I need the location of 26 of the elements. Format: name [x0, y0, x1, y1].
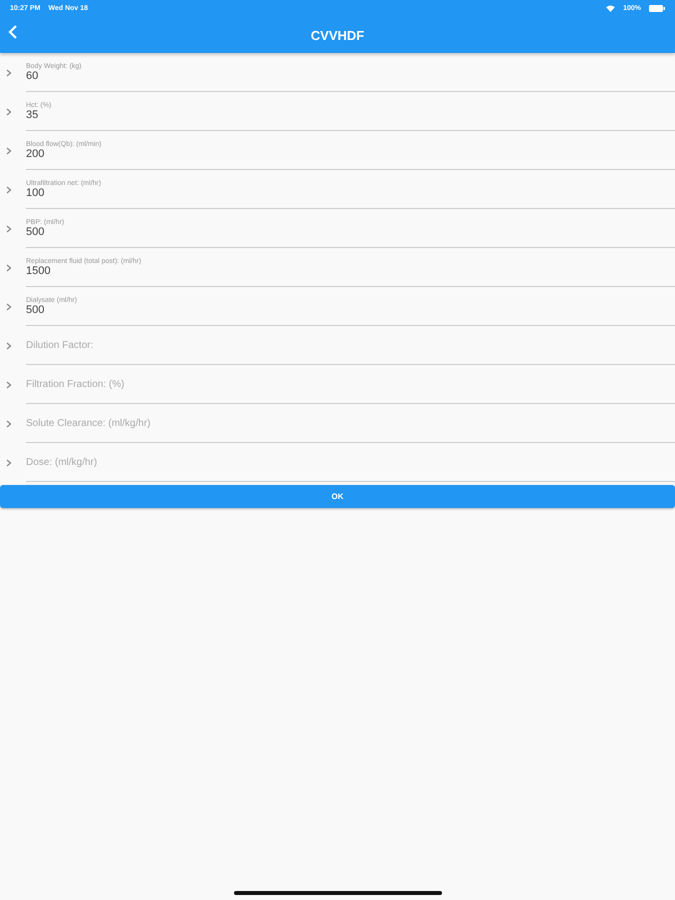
- chevron-right-icon: [6, 380, 12, 388]
- chevron-right-icon: [6, 108, 12, 116]
- chevron-right-icon: [6, 68, 12, 76]
- chevron-right-icon: [6, 146, 12, 154]
- back-button[interactable]: [6, 23, 20, 41]
- input-field[interactable]: 35: [26, 108, 326, 120]
- input-field[interactable]: 1500: [26, 264, 326, 276]
- input-field[interactable]: 60: [26, 70, 326, 82]
- chevron-right-icon: [6, 186, 12, 194]
- input-field[interactable]: 100: [26, 186, 326, 198]
- battery-icon: [649, 5, 665, 12]
- chevron-right-icon: [6, 264, 12, 272]
- input-field[interactable]: 200: [26, 148, 326, 160]
- chevron-right-icon: [6, 302, 12, 310]
- input-field[interactable]: 500: [26, 304, 326, 316]
- screen-title: CVVHDF: [310, 28, 364, 42]
- input-field[interactable]: Solute Clearance: (ml/kg/hr): [26, 418, 326, 428]
- input-field[interactable]: Filtration Fraction: (%): [26, 378, 326, 390]
- input-field[interactable]: 500: [26, 226, 326, 238]
- chevron-right-icon: [6, 458, 12, 466]
- input-field[interactable]: Dose: (ml/kg/hr): [26, 456, 326, 468]
- chevron-right-icon: [6, 342, 12, 350]
- input-field[interactable]: Dilution Factor:: [26, 340, 326, 350]
- chevron-right-icon: [6, 420, 12, 428]
- wifi-icon: [606, 5, 616, 12]
- chevron-right-icon: [6, 224, 12, 232]
